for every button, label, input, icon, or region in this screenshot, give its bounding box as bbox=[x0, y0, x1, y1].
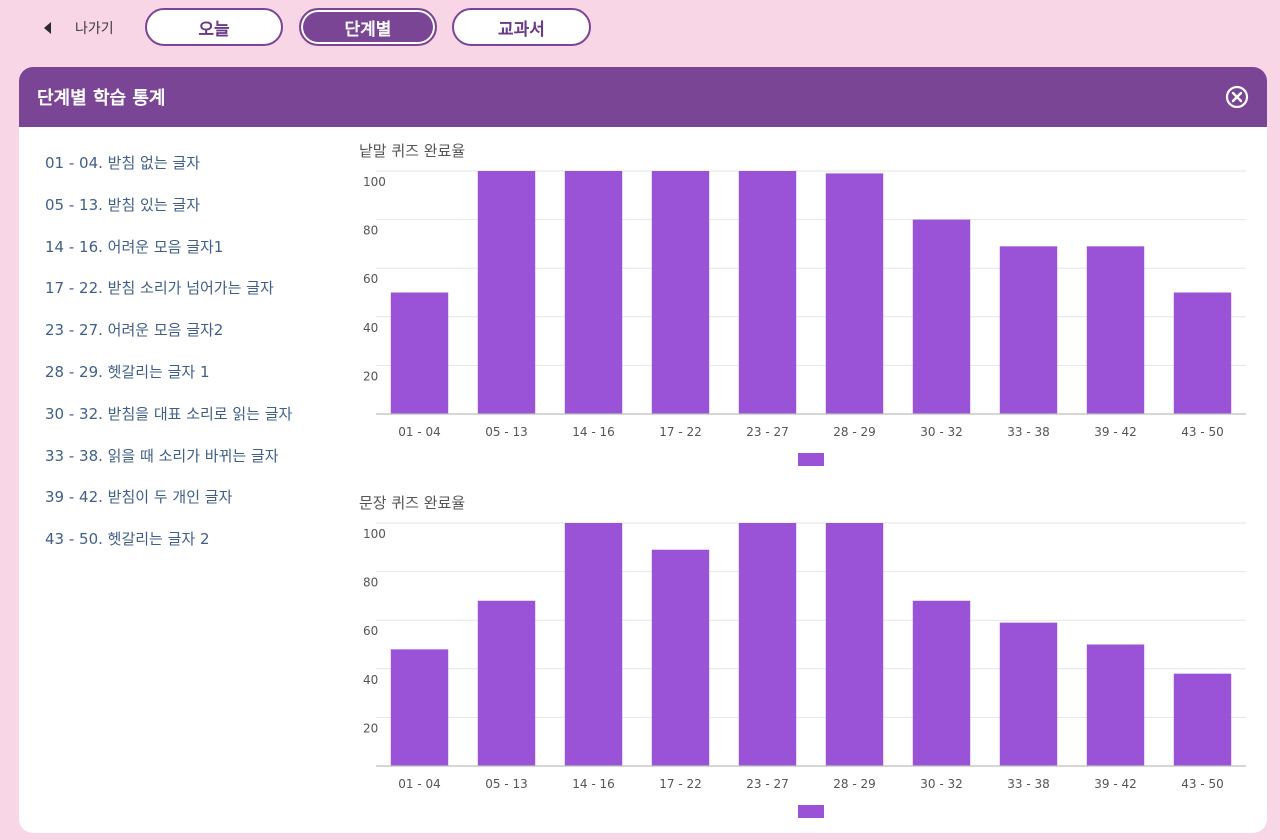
word-quiz-chart-svg: 20 40 60 80 100 01 - 04 05 - 13 14 - 16 17 - 22 2… bbox=[363, 170, 1246, 466]
y-tick-label: 20 bbox=[363, 369, 378, 383]
back-button[interactable]: 나가기 bbox=[44, 14, 114, 42]
bar bbox=[999, 246, 1058, 414]
word-quiz-chart: 낱말 퀴즈 완료율 20 40 60 80 100 01 - 04 05 - 13 14 - … bbox=[359, 140, 1254, 470]
x-tick-label: 01 - 04 bbox=[398, 777, 441, 791]
stage-list: 01 - 04. 받침 없는 글자 05 - 13. 받침 있는 글자 14 -… bbox=[45, 153, 345, 571]
close-circle-icon[interactable] bbox=[1225, 85, 1249, 109]
y-tick-label: 20 bbox=[363, 721, 378, 735]
bar bbox=[1173, 292, 1232, 414]
x-tick-label: 23 - 27 bbox=[746, 777, 789, 791]
y-tick-label: 40 bbox=[363, 673, 378, 687]
sentence-quiz-chart: 문장 퀴즈 완료율 20 40 60 80 100 01 - 04 05 - 13 14 - … bbox=[359, 492, 1254, 827]
x-tick-label: 28 - 29 bbox=[833, 425, 876, 439]
y-tick-label: 40 bbox=[363, 321, 378, 335]
bar bbox=[738, 523, 797, 766]
stage-item[interactable]: 28 - 29. 헷갈리는 글자 1 bbox=[45, 362, 345, 404]
bar bbox=[1086, 246, 1145, 414]
bar bbox=[825, 173, 884, 414]
bar bbox=[390, 292, 449, 414]
stage-item[interactable]: 14 - 16. 어려운 모음 글자1 bbox=[45, 237, 345, 279]
x-tick-label: 14 - 16 bbox=[572, 425, 615, 439]
bar bbox=[564, 171, 623, 414]
x-tick-label: 33 - 38 bbox=[1007, 777, 1050, 791]
panel-header: 단계별 학습 통계 bbox=[19, 67, 1267, 127]
tab-by-stage[interactable]: 단계별 bbox=[299, 8, 437, 46]
bar bbox=[825, 523, 884, 766]
x-tick-label: 05 - 13 bbox=[485, 425, 528, 439]
stage-item[interactable]: 01 - 04. 받침 없는 글자 bbox=[45, 153, 345, 195]
tab-textbook[interactable]: 교과서 bbox=[452, 8, 591, 46]
x-tick-label: 05 - 13 bbox=[485, 777, 528, 791]
tab-today[interactable]: 오늘 bbox=[145, 8, 283, 46]
stage-item[interactable]: 23 - 27. 어려운 모음 글자2 bbox=[45, 320, 345, 362]
x-tick-label: 28 - 29 bbox=[833, 777, 876, 791]
x-tick-label: 23 - 27 bbox=[746, 425, 789, 439]
bar bbox=[564, 523, 623, 766]
x-tick-label: 17 - 22 bbox=[659, 425, 702, 439]
legend-swatch bbox=[798, 805, 824, 818]
x-tick-label: 30 - 32 bbox=[920, 425, 963, 439]
back-label: 나가기 bbox=[75, 21, 114, 37]
bar bbox=[1173, 673, 1232, 766]
stage-item[interactable]: 43 - 50. 헷갈리는 글자 2 bbox=[45, 529, 345, 571]
sentence-quiz-chart-svg: 20 40 60 80 100 01 - 04 05 - 13 14 - 16 17 - 22 2… bbox=[363, 522, 1246, 818]
bar bbox=[912, 219, 971, 414]
bar bbox=[390, 649, 449, 766]
x-tick-label: 17 - 22 bbox=[659, 777, 702, 791]
bar bbox=[999, 622, 1058, 766]
x-tick-label: 43 - 50 bbox=[1181, 425, 1224, 439]
stage-item[interactable]: 33 - 38. 읽을 때 소리가 바뀌는 글자 bbox=[45, 446, 345, 488]
x-tick-label: 39 - 42 bbox=[1094, 425, 1137, 439]
bar bbox=[477, 600, 536, 766]
x-tick-label: 39 - 42 bbox=[1094, 777, 1137, 791]
x-tick-label: 14 - 16 bbox=[572, 777, 615, 791]
x-tick-label: 30 - 32 bbox=[920, 777, 963, 791]
y-tick-label: 80 bbox=[363, 576, 378, 590]
y-tick-label: 100 bbox=[363, 527, 386, 541]
y-tick-label: 100 bbox=[363, 175, 386, 189]
bar bbox=[1086, 644, 1145, 766]
legend-swatch bbox=[798, 453, 824, 466]
bar bbox=[912, 600, 971, 766]
x-tick-label: 43 - 50 bbox=[1181, 777, 1224, 791]
stage-item[interactable]: 39 - 42. 받침이 두 개인 글자 bbox=[45, 487, 345, 529]
bar bbox=[477, 171, 536, 414]
bar bbox=[738, 171, 797, 414]
stage-item[interactable]: 05 - 13. 받침 있는 글자 bbox=[45, 195, 345, 237]
bar bbox=[651, 549, 710, 766]
stage-item[interactable]: 17 - 22. 받침 소리가 넘어가는 글자 bbox=[45, 278, 345, 320]
y-tick-label: 60 bbox=[363, 624, 378, 638]
y-tick-label: 60 bbox=[363, 272, 378, 286]
back-arrow-icon bbox=[44, 22, 51, 34]
y-tick-label: 80 bbox=[363, 224, 378, 238]
x-tick-label: 01 - 04 bbox=[398, 425, 441, 439]
panel-title: 단계별 학습 통계 bbox=[37, 88, 166, 109]
stage-item[interactable]: 30 - 32. 받침을 대표 소리로 읽는 글자 bbox=[45, 404, 345, 446]
bar bbox=[651, 171, 710, 414]
x-tick-label: 33 - 38 bbox=[1007, 425, 1050, 439]
top-navigation: 나가기 오늘 단계별 교과서 bbox=[0, 0, 1280, 56]
stage-stats-panel: 단계별 학습 통계 01 - 04. 받침 없는 글자 05 - 13. 받침 … bbox=[19, 67, 1267, 833]
